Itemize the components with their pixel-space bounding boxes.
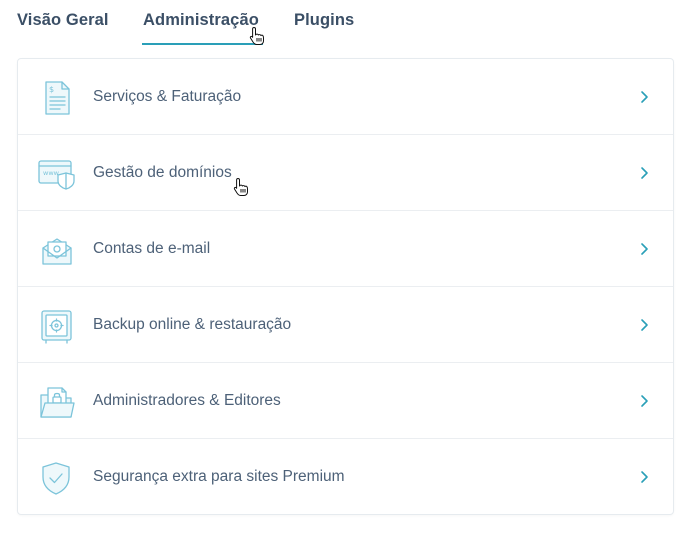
admin-menu-card: $ Serviços & Faturação www Gestão de dom… <box>17 58 674 515</box>
chevron-right-icon <box>639 318 649 332</box>
menu-item-label: Serviços & Faturação <box>93 88 242 105</box>
active-tab-indicator <box>142 43 263 45</box>
page: Visão Geral Administração Plugins $ Serv… <box>0 0 687 542</box>
menu-item-label: Backup online & restauração <box>93 316 292 333</box>
tab-visao-geral[interactable]: Visão Geral <box>17 9 109 31</box>
menu-item-administradores-editores[interactable]: Administradores & Editores <box>18 363 673 439</box>
menu-item-seguranca-premium[interactable]: Segurança extra para sites Premium <box>18 439 673 515</box>
chevron-right-icon <box>639 470 649 484</box>
chevron-right-icon <box>639 394 649 408</box>
menu-item-gestao-dominios[interactable]: www Gestão de domínios <box>18 135 673 211</box>
menu-item-label: Contas de e-mail <box>93 240 211 257</box>
chevron-right-icon <box>639 242 649 256</box>
menu-item-label: Segurança extra para sites Premium <box>93 468 345 485</box>
folder-lock-icon <box>38 383 76 421</box>
tab-administracao[interactable]: Administração <box>143 9 259 31</box>
tab-plugins[interactable]: Plugins <box>294 9 354 31</box>
svg-text:$: $ <box>49 85 54 94</box>
tab-bar: Visão Geral Administração Plugins <box>0 0 687 46</box>
menu-item-contas-email[interactable]: Contas de e-mail <box>18 211 673 287</box>
chevron-right-icon <box>639 90 649 104</box>
email-envelope-icon <box>38 231 76 269</box>
menu-item-backup-restauracao[interactable]: Backup online & restauração <box>18 287 673 363</box>
www-domain-shield-icon: www <box>38 155 76 193</box>
svg-text:www: www <box>43 169 60 177</box>
menu-item-label: Administradores & Editores <box>93 392 281 409</box>
chevron-right-icon <box>639 166 649 180</box>
security-shield-check-icon <box>38 459 76 497</box>
menu-item-servicos-faturacao[interactable]: $ Serviços & Faturação <box>18 59 673 135</box>
menu-item-label: Gestão de domínios <box>93 164 232 181</box>
invoice-document-icon: $ <box>38 79 76 117</box>
backup-safe-icon <box>38 307 76 345</box>
